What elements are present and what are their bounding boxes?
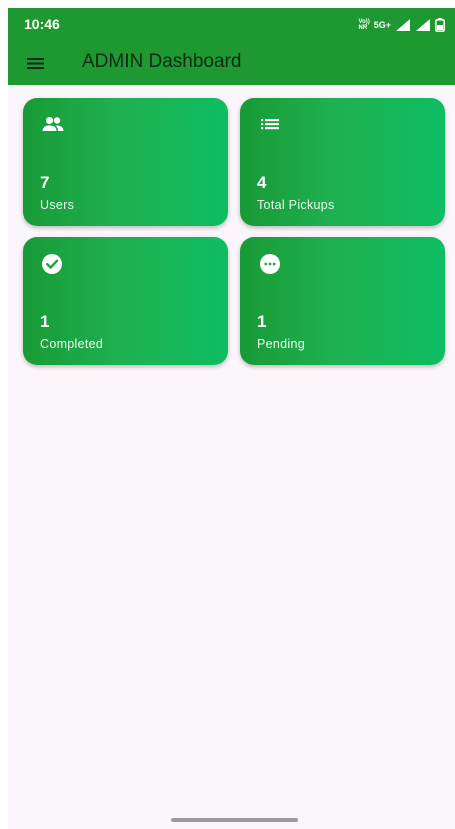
page-title: ADMIN Dashboard	[82, 51, 242, 72]
completed-card[interactable]: 1 Completed	[23, 237, 228, 365]
volte-bottom-text: NR	[358, 25, 368, 31]
battery-icon	[435, 18, 445, 32]
users-icon	[42, 116, 64, 131]
network-type: 5G+	[373, 19, 391, 30]
total-pickups-count: 4	[257, 173, 267, 192]
status-icons: Vo)) NR 5G+	[359, 17, 445, 33]
list-icon	[261, 119, 279, 130]
status-time: 10:46	[24, 16, 60, 32]
users-label: Users	[40, 198, 75, 212]
app-screen: 10:46 Vo)) NR 5G+ ADMIN Dashboard 7 User…	[8, 8, 455, 829]
total-pickups-card[interactable]: 4 Total Pickups	[240, 98, 445, 226]
completed-label: Completed	[40, 337, 104, 351]
volte-indicator: Vo)) NR	[359, 19, 370, 31]
pending-count: 1	[257, 312, 267, 331]
users-count: 7	[40, 173, 50, 192]
signal-icon-secondary	[416, 19, 430, 31]
pending-card[interactable]: 1 Pending	[240, 237, 445, 365]
check-circle-icon	[42, 254, 62, 274]
total-pickups-label: Total Pickups	[257, 198, 335, 212]
app-bar: ADMIN Dashboard	[8, 42, 455, 85]
hamburger-menu-icon[interactable]	[26, 53, 46, 73]
users-card[interactable]: 7 Users	[23, 98, 228, 226]
completed-count: 1	[40, 312, 50, 331]
pending-label: Pending	[257, 337, 305, 351]
more-horizontal-circle-icon	[260, 254, 280, 274]
status-bar: 10:46 Vo)) NR 5G+	[8, 8, 455, 42]
home-indicator[interactable]	[171, 818, 298, 822]
signal-icon	[396, 19, 410, 31]
